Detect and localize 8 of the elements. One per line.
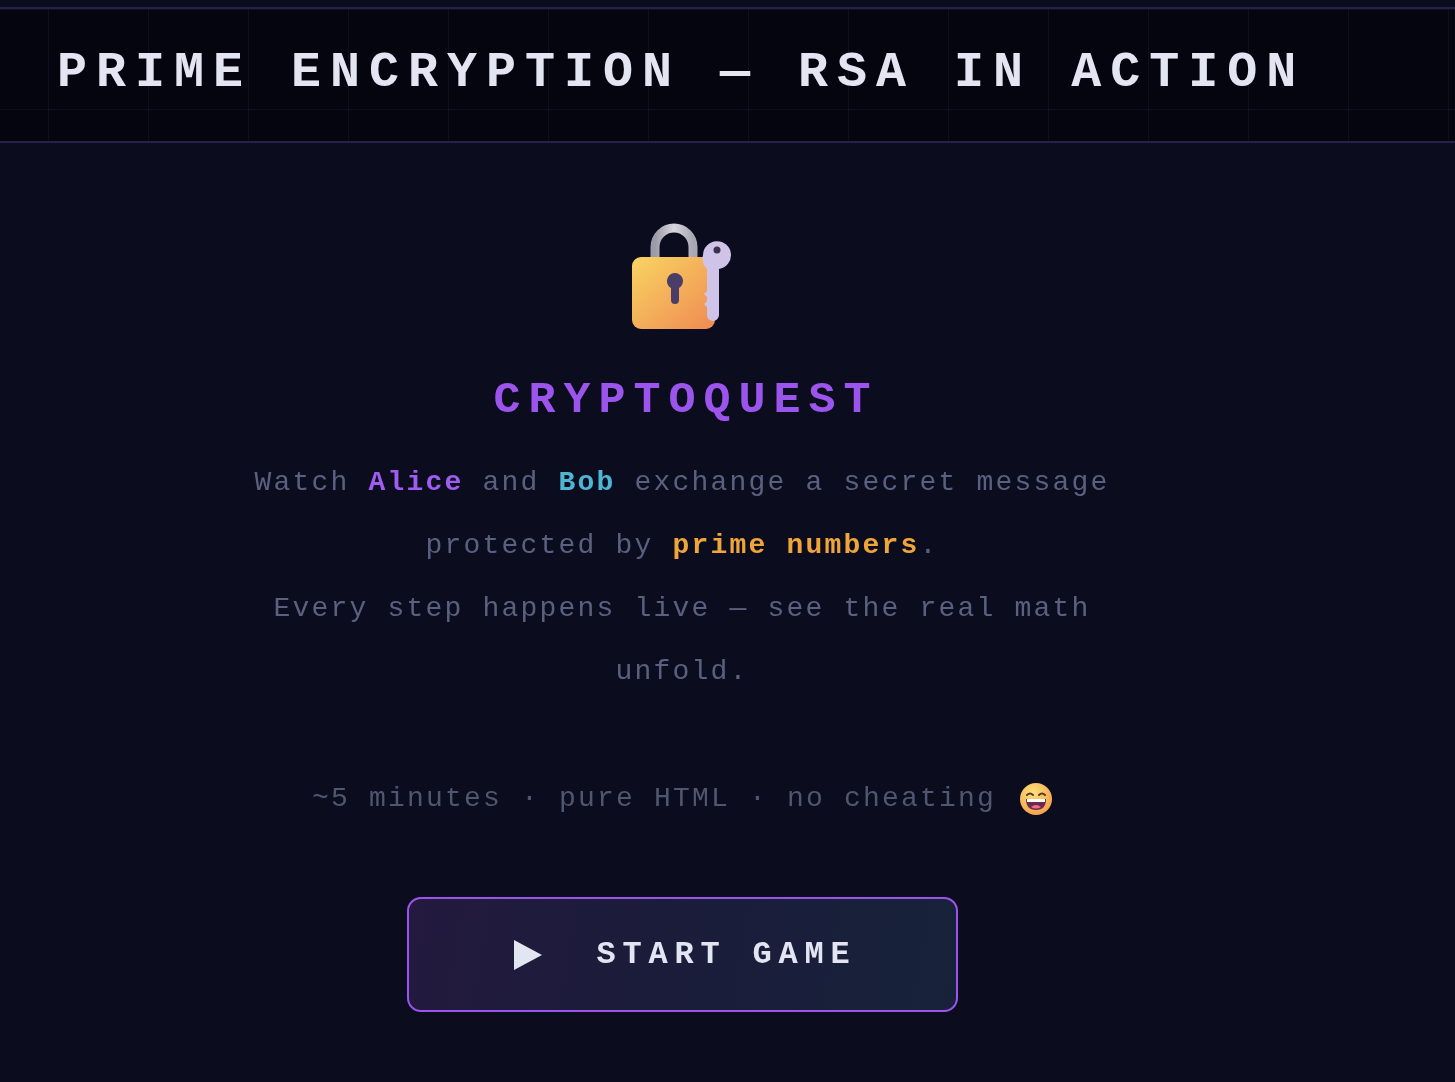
grinning-face-icon	[1020, 783, 1053, 815]
game-title: CRYPTOQUEST	[493, 375, 879, 427]
intro-text: Watch Alice and Bob exchange a secret message protected by prime numbers.	[253, 466, 1111, 563]
meta-text: ~5 minutes · pure HTML · no cheating	[311, 782, 997, 816]
page-title: PRIME ENCRYPTION — RSA IN ACTION	[57, 48, 1306, 98]
play-icon	[514, 939, 543, 970]
note-text: Every step happens live — see the real math unfold.	[272, 592, 1092, 689]
start-game-button[interactable]: START GAME	[406, 897, 958, 1012]
